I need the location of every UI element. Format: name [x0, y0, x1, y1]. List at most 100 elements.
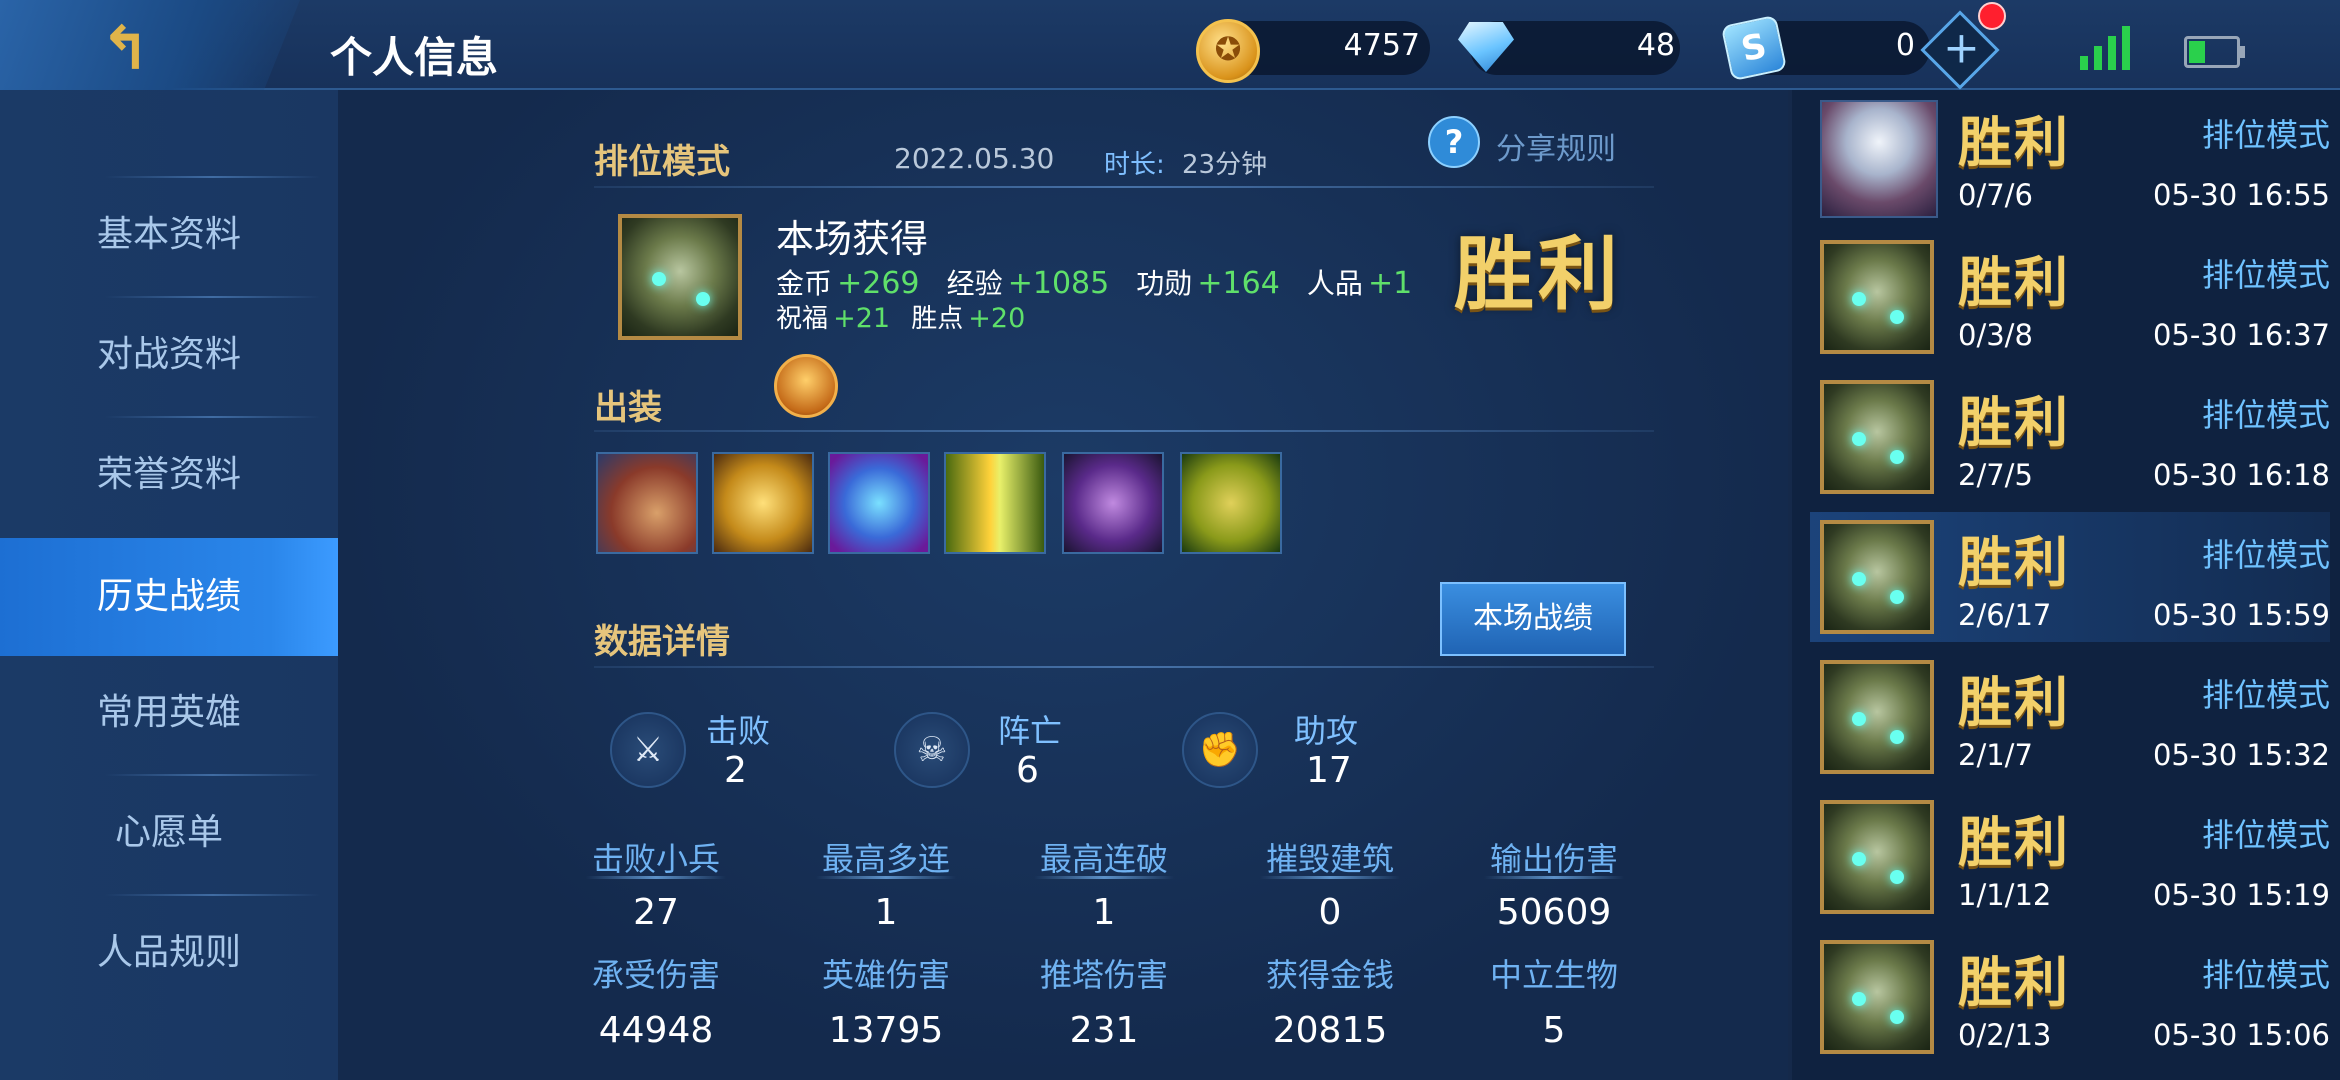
history-kda: 0/2/13 — [1958, 1018, 2052, 1052]
history-mode: 排位模式 — [2201, 676, 2330, 714]
match-mode-label: 排位模式 — [594, 142, 730, 182]
rp-reward-value: +1 — [1368, 266, 1413, 301]
history-row[interactable]: 胜利 排位模式 0/2/13 05-30 15:06 — [1810, 932, 2330, 1062]
match-scoreboard-button[interactable]: 本场战绩 — [1440, 582, 1626, 656]
deaths-value: 6 — [1016, 750, 1039, 791]
diamond-amount: 48 — [1636, 28, 1675, 63]
kills-label: 击败 — [706, 712, 771, 750]
history-result: 胜利 — [1958, 111, 2070, 174]
history-mode: 排位模式 — [2201, 536, 2330, 574]
hero-eye — [652, 272, 666, 286]
gold-reward-label: 金币 — [776, 267, 833, 300]
history-mode: 排位模式 — [2201, 816, 2330, 854]
stat-gold-earned-value: 20815 — [1272, 1010, 1388, 1051]
history-result: 胜利 — [1958, 951, 2070, 1014]
sidebar-item-match-history[interactable]: 历史战绩 — [0, 538, 341, 656]
history-result: 胜利 — [1958, 251, 2070, 314]
hero-eye — [1852, 852, 1866, 866]
item-shield-icon[interactable] — [712, 452, 814, 554]
kills-value: 2 — [724, 750, 747, 791]
sidebar-item-wishlist[interactable]: 心愿单 — [0, 774, 338, 892]
stat-tower-damage-value: 231 — [1069, 1010, 1139, 1051]
stat-damage-dealt-label: 输出伤害 — [1489, 840, 1618, 878]
signal-bar-3 — [2108, 36, 2116, 70]
stat-buildings-value: 0 — [1318, 892, 1342, 933]
hero-eye — [1852, 992, 1866, 1006]
assists-label: 助攻 — [1294, 712, 1359, 750]
history-time: 05-30 15:06 — [2152, 1018, 2330, 1052]
history-mode: 排位模式 — [2201, 396, 2330, 434]
sidebar-item-favorite-heroes[interactable]: 常用英雄 — [0, 654, 338, 772]
stat-killstreak-label: 最高连破 — [1039, 840, 1168, 878]
history-time: 05-30 15:19 — [2152, 878, 2330, 912]
hero-eye — [1852, 432, 1866, 446]
stat-underline — [586, 876, 726, 879]
mvp-medal-icon — [774, 354, 838, 418]
hero-portrait — [1820, 240, 1934, 354]
merit-reward-label: 功勋 — [1136, 267, 1193, 300]
stat-tower-damage-label: 推塔伤害 — [1039, 956, 1168, 994]
share-rules-link[interactable]: 分享规则 — [1496, 124, 1616, 168]
history-mode: 排位模式 — [2201, 256, 2330, 294]
hero-eye — [696, 292, 710, 306]
history-time: 05-30 16:55 — [2152, 178, 2330, 212]
history-row[interactable]: 胜利 排位模式 0/7/6 05-30 16:55 — [1810, 92, 2330, 222]
sidebar-item-credit-rules[interactable]: 人品规则 — [0, 894, 338, 1012]
history-mode: 排位模式 — [2201, 116, 2330, 154]
item-boots-icon[interactable] — [596, 452, 698, 554]
history-row[interactable]: 胜利 排位模式 2/7/5 05-30 16:18 — [1810, 372, 2330, 502]
history-row-selected[interactable]: 胜利 排位模式 2/6/17 05-30 15:59 — [1810, 512, 2330, 642]
battery-level — [2189, 41, 2205, 63]
bless-reward-value: +21 — [833, 303, 891, 334]
sidebar-item-honor-info[interactable]: 荣誉资料 — [0, 416, 338, 534]
notification-dot — [1978, 2, 2006, 30]
stat-buildings-label: 摧毁建筑 — [1265, 840, 1394, 878]
item-chestplate-icon[interactable] — [1180, 452, 1282, 554]
battery-nub — [2240, 46, 2245, 58]
hero-eye — [1852, 292, 1866, 306]
assist-icon: ✊ — [1182, 712, 1258, 788]
voucher-icon: S — [1720, 14, 1788, 82]
plus-icon: + — [1942, 22, 1980, 74]
item-blade-icon[interactable] — [944, 452, 1046, 554]
hero-eye — [1890, 730, 1904, 744]
hero-portrait — [618, 214, 742, 340]
item-armor-icon[interactable] — [1062, 452, 1164, 554]
stat-damage-taken-label: 承受伤害 — [591, 956, 720, 994]
page-title: 个人信息 — [330, 33, 499, 82]
rp-reward-label: 人品 — [1306, 267, 1363, 300]
hero-eye — [1852, 712, 1866, 726]
hero-eye — [1852, 572, 1866, 586]
back-button[interactable]: ↰ — [0, 0, 300, 100]
skull-icon: ☠ — [894, 712, 970, 788]
history-mode: 排位模式 — [2201, 956, 2330, 994]
gold-coin-icon: ✪ — [1196, 19, 1260, 83]
item-crystal-icon[interactable] — [828, 452, 930, 554]
exp-reward-label: 经验 — [946, 267, 1003, 300]
exp-reward-value: +1085 — [1007, 266, 1110, 301]
battery-icon — [2184, 36, 2245, 68]
bless-reward-label: 祝福 — [776, 304, 829, 334]
gold-reward-value: +269 — [837, 266, 920, 301]
history-kda: 2/7/5 — [1958, 458, 2033, 492]
sidebar-item-battle-info[interactable]: 对战资料 — [0, 296, 338, 414]
section-divider — [594, 430, 1654, 432]
hero-portrait — [1820, 940, 1934, 1054]
stat-underline — [816, 876, 956, 879]
history-row[interactable]: 胜利 排位模式 1/1/12 05-30 15:19 — [1810, 792, 2330, 922]
help-icon[interactable]: ? — [1428, 116, 1480, 168]
history-result: 胜利 — [1958, 671, 2070, 734]
duration-label: 时长: — [1104, 150, 1165, 180]
hero-eye — [1890, 450, 1904, 464]
history-row[interactable]: 胜利 排位模式 2/1/7 05-30 15:32 — [1810, 652, 2330, 782]
hero-portrait — [1820, 660, 1934, 774]
history-kda: 2/6/17 — [1958, 598, 2052, 632]
history-row[interactable]: 胜利 排位模式 0/3/8 05-30 16:37 — [1810, 232, 2330, 362]
rewards-row-2: 祝福 +21 胜点 +20 — [776, 298, 1025, 335]
hero-eye — [1890, 1010, 1904, 1024]
stat-multikill-label: 最高多连 — [821, 840, 950, 878]
merit-reward-value: +164 — [1197, 266, 1280, 301]
stat-gold-earned-label: 获得金钱 — [1265, 956, 1394, 994]
sidebar-item-basic-info[interactable]: 基本资料 — [0, 176, 338, 294]
stat-killstreak-value: 1 — [1092, 892, 1116, 933]
